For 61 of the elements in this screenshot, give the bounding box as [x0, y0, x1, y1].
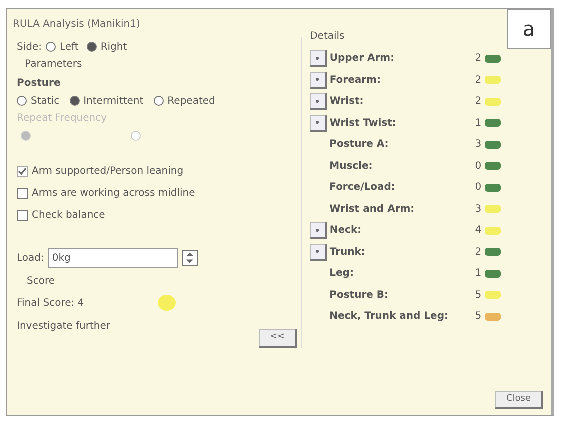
detail-score: 3 — [474, 202, 482, 217]
detail-score: 0 — [474, 160, 482, 174]
window-title: RULA Analysis (Manikin1) — [13, 19, 140, 30]
detail-score: 2 — [474, 74, 482, 88]
section-title: Parameters — [24, 58, 82, 72]
detail-label: Muscle: — [330, 160, 374, 174]
expand-button[interactable] — [310, 72, 327, 89]
collapse-button[interactable]: << — [259, 329, 298, 348]
expand-button[interactable] — [310, 244, 327, 261]
final-score: Final Score: 4 — [17, 296, 84, 310]
radio-label[interactable]: Repeated — [168, 94, 216, 108]
checkbox[interactable] — [17, 210, 28, 220]
detail-label: Posture A: — [330, 138, 390, 152]
detail-score: 1 — [474, 267, 482, 282]
detail-score: 3 — [474, 138, 482, 152]
detail-score: 1 — [474, 116, 482, 131]
detail-label: Neck: — [330, 224, 363, 238]
detail-label: Upper Arm: — [330, 52, 396, 66]
radio-label[interactable]: Static — [31, 94, 60, 108]
detail-label: Wrist Twist: — [330, 116, 398, 131]
figure-label: a — [507, 9, 551, 49]
detail-score: 0 — [474, 181, 482, 196]
section-title: Score — [26, 275, 56, 289]
radio-label[interactable]: Left — [60, 40, 79, 54]
radio-button[interactable] — [70, 96, 80, 106]
expand-button[interactable] — [310, 222, 327, 240]
detail-score: 2 — [474, 246, 482, 260]
expand-button[interactable] — [310, 50, 327, 68]
detail-label: Trunk: — [330, 246, 366, 260]
checkbox-label[interactable]: Arms are working across midline — [32, 186, 196, 200]
load-field[interactable]: 0kg — [48, 248, 178, 268]
side-label: Side: — [17, 40, 42, 54]
radio-button[interactable] — [86, 42, 97, 52]
expand-button[interactable] — [310, 114, 327, 132]
radio-button[interactable] — [17, 96, 27, 106]
detail-score: 4 — [474, 224, 482, 238]
radio-label[interactable]: Intermittent — [84, 94, 144, 108]
posture-label: Posture — [17, 77, 61, 91]
detail-label: Wrist and Arm: — [330, 202, 416, 217]
checkbox-label[interactable]: Check balance — [32, 208, 106, 222]
spinner-icon[interactable] — [182, 250, 198, 266]
advice-text: Investigate further — [17, 320, 110, 334]
detail-score: 2 — [474, 52, 482, 66]
section-title: Details — [310, 30, 345, 44]
detail-label: Leg: — [330, 267, 355, 282]
detail-label: Force/Load: — [330, 181, 396, 196]
load-label: Load: — [17, 252, 44, 266]
radio-button[interactable] — [46, 42, 56, 52]
radio-button[interactable] — [154, 96, 164, 106]
detail-label: Posture B: — [330, 288, 390, 303]
repeat-frequency-label: Repeat Frequency — [17, 112, 108, 126]
radio-label[interactable]: Right — [100, 40, 128, 54]
expand-button[interactable] — [310, 93, 327, 110]
detail-score: 2 — [474, 95, 482, 110]
detail-label: Wrist: — [330, 95, 365, 110]
checkbox[interactable] — [17, 188, 28, 198]
detail-label: Neck, Trunk and Leg: — [330, 310, 450, 324]
close-button[interactable]: Close — [495, 390, 543, 409]
detail-score: 5 — [474, 288, 482, 303]
detail-score: 5 — [474, 310, 482, 324]
detail-label: Forearm: — [330, 74, 382, 88]
